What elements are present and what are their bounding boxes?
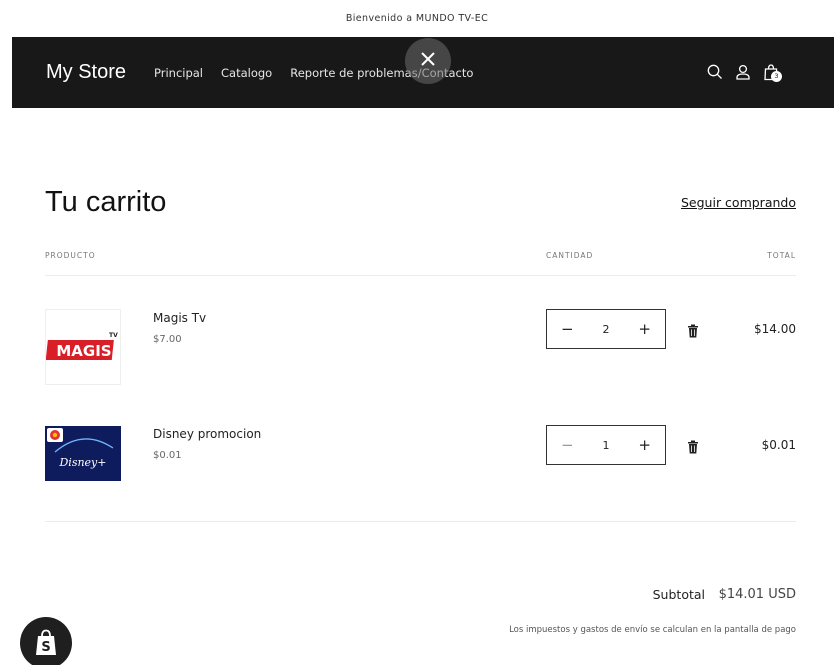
- shopify-bag-icon[interactable]: S: [20, 617, 72, 665]
- disney-logo-text: Disney+: [58, 456, 106, 469]
- items-divider: [45, 521, 796, 522]
- quantity-increase-button[interactable]: +: [638, 320, 651, 338]
- quantity-decrease-button[interactable]: −: [561, 320, 574, 338]
- column-header-quantity: CANTIDAD: [546, 251, 594, 260]
- column-header-product: PRODUCTO: [45, 251, 96, 260]
- announcement-text: Bienvenido a MUNDO TV-EC: [345, 13, 489, 24]
- product-image-disney[interactable]: Disney+: [45, 426, 121, 481]
- product-price: $7.00: [153, 334, 182, 345]
- magis-logo-text: MAGIS: [56, 342, 111, 360]
- account-icon[interactable]: [734, 63, 752, 81]
- shopify-letter: S: [41, 640, 50, 655]
- cart-count-badge: 3: [771, 71, 782, 82]
- subtotal-label: Subtotal: [652, 587, 705, 602]
- magis-tv-badge: TV: [109, 332, 118, 339]
- product-name[interactable]: Magis Tv: [153, 311, 206, 325]
- page-title: Tu carrito: [45, 186, 167, 218]
- trash-icon[interactable]: [687, 323, 699, 338]
- product-name[interactable]: Disney promocion: [153, 427, 261, 441]
- quantity-value[interactable]: 2: [603, 323, 610, 336]
- continue-shopping-link[interactable]: Seguir comprando: [681, 195, 796, 210]
- search-icon[interactable]: [706, 63, 724, 81]
- announcement-bar: Bienvenido a MUNDO TV-EC: [0, 0, 834, 37]
- subtotal-value: $14.01 USD: [718, 587, 796, 602]
- close-icon: [420, 51, 436, 71]
- quantity-decrease-button[interactable]: −: [561, 436, 574, 454]
- store-logo[interactable]: My Store: [46, 61, 126, 84]
- quantity-stepper: − 1 +: [546, 425, 666, 465]
- quantity-value[interactable]: 1: [603, 439, 610, 452]
- product-image-magis[interactable]: MAGIS TV: [45, 309, 121, 385]
- column-header-total: TOTAL: [767, 251, 796, 260]
- cart-icon[interactable]: 3: [762, 63, 782, 82]
- quantity-increase-button[interactable]: +: [638, 436, 651, 454]
- line-total: $14.00: [754, 322, 796, 336]
- product-price: $0.01: [153, 450, 182, 461]
- line-total: $0.01: [761, 438, 796, 452]
- nav-link-catalogo[interactable]: Catalogo: [221, 66, 272, 80]
- close-overlay-button[interactable]: [405, 38, 451, 84]
- trash-icon[interactable]: [687, 439, 699, 454]
- tax-note: Los impuestos y gastos de envío se calcu…: [509, 625, 796, 635]
- quantity-stepper: − 2 +: [546, 309, 666, 349]
- header-divider: [45, 275, 796, 276]
- nav-link-principal[interactable]: Principal: [154, 66, 203, 80]
